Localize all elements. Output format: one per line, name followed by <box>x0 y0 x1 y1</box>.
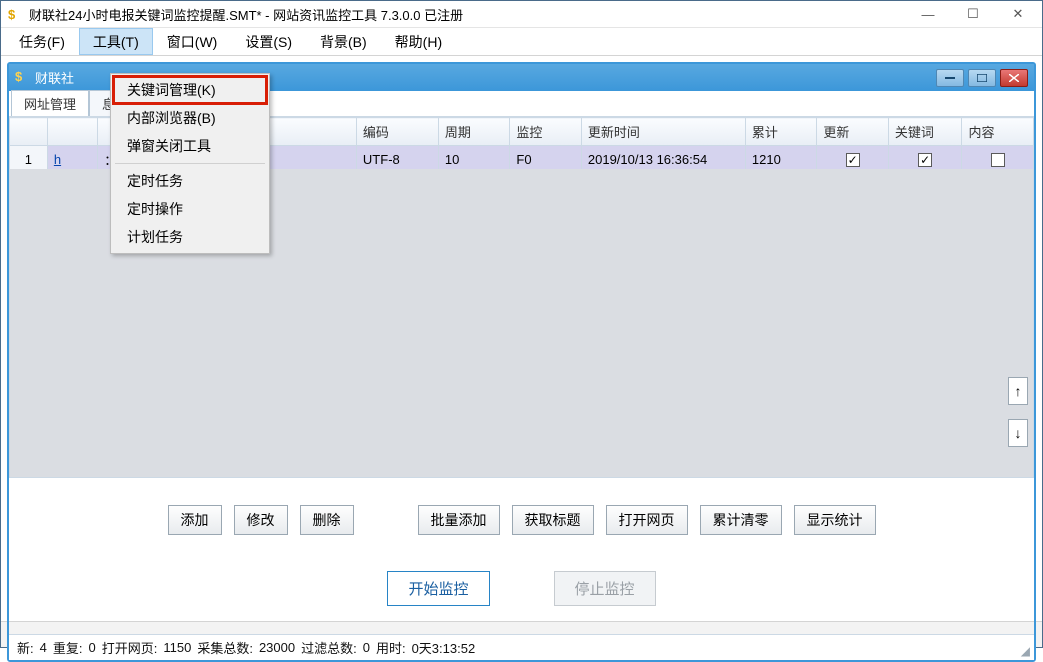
col-rownum[interactable] <box>10 118 48 146</box>
outer-titlebar[interactable]: $ 财联社24小时电报关键词监控提醒.SMT* - 网站资讯监控工具 7.3.0… <box>1 1 1042 28</box>
stop-monitor-button: 停止监控 <box>554 571 656 606</box>
delete-button[interactable]: 删除 <box>300 505 354 535</box>
reorder-buttons: ↑ ↓ <box>1008 377 1028 447</box>
inner-maximize-button[interactable] <box>968 69 996 87</box>
inner-title-prefix: 财联社 <box>35 71 74 86</box>
menu-separator <box>115 163 265 164</box>
menuitem-scheduled-task[interactable]: 定时任务 <box>113 167 267 195</box>
outer-title: 财联社24小时电报关键词监控提醒.SMT* - 网站资讯监控工具 7.3.0.0… <box>29 5 906 24</box>
checkbox-content[interactable] <box>991 153 1005 167</box>
url-link[interactable]: h <box>54 152 61 167</box>
col-period[interactable]: 周期 <box>438 118 509 146</box>
menuitem-popup-close[interactable]: 弹窗关闭工具 <box>113 132 267 160</box>
col-url[interactable] <box>47 118 97 146</box>
outer-minimize-button[interactable]: ― <box>906 3 950 25</box>
col-encoding[interactable]: 编码 <box>356 118 438 146</box>
inner-window-controls <box>936 69 1028 87</box>
edit-button[interactable]: 修改 <box>234 505 288 535</box>
col-monitor[interactable]: 监控 <box>510 118 581 146</box>
menu-tools[interactable]: 工具(T) <box>79 28 153 55</box>
resize-grip-icon[interactable]: ◢ <box>1021 644 1030 658</box>
col-update-time[interactable]: 更新时间 <box>581 118 745 146</box>
tab-url-mgmt[interactable]: 网址管理 <box>11 90 89 116</box>
inner-dollar-icon: $ <box>15 69 29 86</box>
menu-settings[interactable]: 设置(S) <box>231 28 306 55</box>
clear-total-button[interactable]: 累计清零 <box>700 505 782 535</box>
outer-maximize-button[interactable]: ☐ <box>951 3 995 25</box>
col-keyword[interactable]: 关键词 <box>888 118 962 146</box>
tools-dropdown: 关键词管理(K) 内部浏览器(B) 弹窗关闭工具 定时任务 定时操作 计划任务 <box>110 73 270 254</box>
outer-close-button[interactable]: ✕ <box>996 3 1040 25</box>
inner-close-button[interactable] <box>1000 69 1028 87</box>
col-total[interactable]: 累计 <box>745 118 816 146</box>
start-monitor-button[interactable]: 开始监控 <box>387 571 489 606</box>
menuitem-plan-task[interactable]: 计划任务 <box>113 223 267 251</box>
inner-minimize-button[interactable] <box>936 69 964 87</box>
menuitem-keyword-mgmt[interactable]: 关键词管理(K) <box>113 76 267 104</box>
add-button[interactable]: 添加 <box>168 505 222 535</box>
menuitem-internal-browser[interactable]: 内部浏览器(B) <box>113 104 267 132</box>
menubar: 任务(F) 工具(T) 窗口(W) 设置(S) 背景(B) 帮助(H) <box>1 28 1042 56</box>
outer-window-controls: ― ☐ ✕ <box>906 3 1040 25</box>
inner-statusbar: 新: 4 重复: 0 打开网页: 1150 采集总数: 23000 过滤总数: … <box>9 634 1034 660</box>
move-down-button[interactable]: ↓ <box>1008 419 1028 447</box>
menu-task[interactable]: 任务(F) <box>5 28 79 55</box>
menu-help[interactable]: 帮助(H) <box>381 28 456 55</box>
move-up-button[interactable]: ↑ <box>1008 377 1028 405</box>
menuitem-scheduled-op[interactable]: 定时操作 <box>113 195 267 223</box>
menu-background[interactable]: 背景(B) <box>306 28 381 55</box>
app-dollar-icon: $ <box>7 6 23 22</box>
svg-text:$: $ <box>15 69 23 83</box>
col-update[interactable]: 更新 <box>817 118 888 146</box>
open-page-button[interactable]: 打开网页 <box>606 505 688 535</box>
monitor-button-row: 开始监控 停止监控 <box>9 568 1034 608</box>
action-button-row: 添加 修改 删除 批量添加 获取标题 打开网页 累计清零 显示统计 <box>9 500 1034 540</box>
svg-text:$: $ <box>8 7 16 21</box>
col-content[interactable]: 内容 <box>962 118 1034 146</box>
show-stat-button[interactable]: 显示统计 <box>794 505 876 535</box>
checkbox-keyword[interactable] <box>918 153 932 167</box>
menu-window[interactable]: 窗口(W) <box>153 28 232 55</box>
checkbox-update[interactable] <box>846 153 860 167</box>
get-title-button[interactable]: 获取标题 <box>512 505 594 535</box>
batch-add-button[interactable]: 批量添加 <box>418 505 500 535</box>
